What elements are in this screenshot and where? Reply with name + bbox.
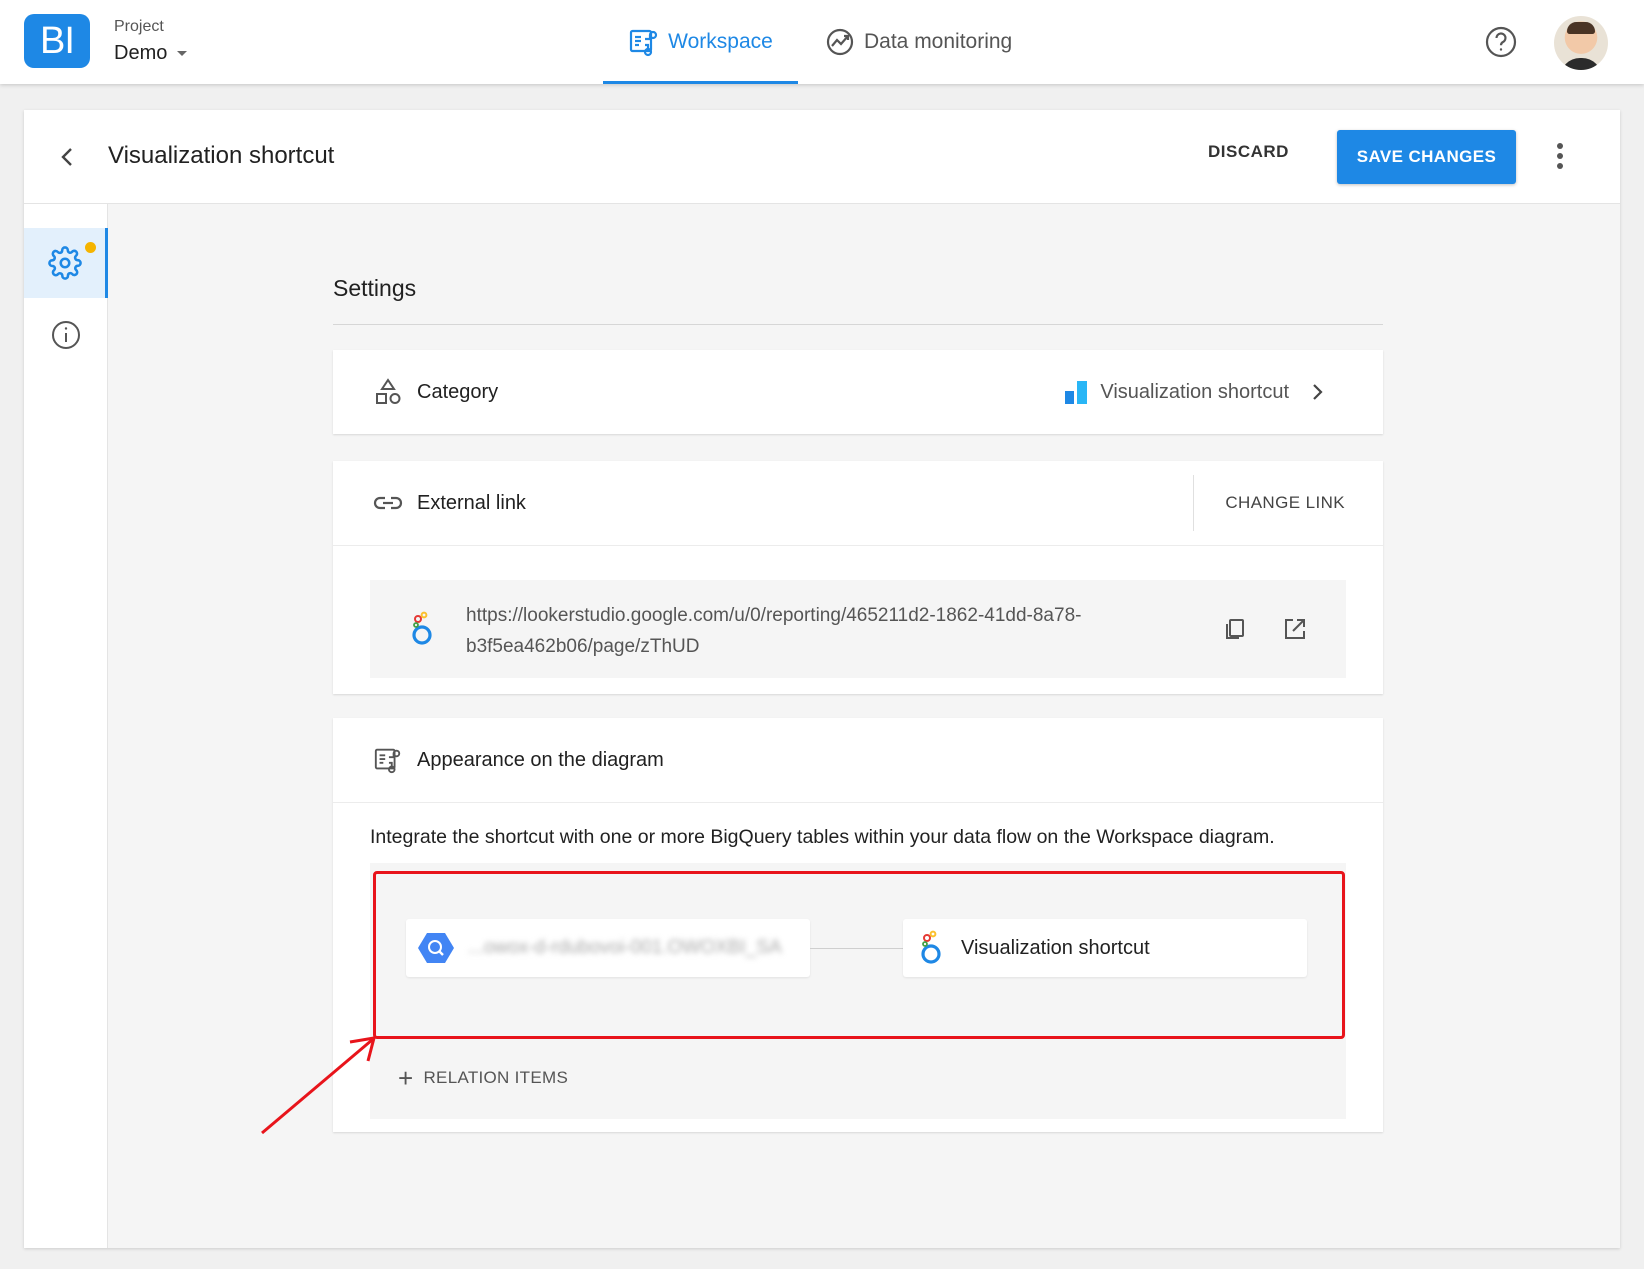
app-logo[interactable]: BI xyxy=(24,14,90,68)
help-icon[interactable] xyxy=(1484,25,1518,59)
open-in-new-icon[interactable] xyxy=(1282,616,1308,642)
copy-icon[interactable] xyxy=(1222,616,1248,642)
project-selector[interactable]: Demo xyxy=(114,42,188,65)
back-arrow-icon[interactable] xyxy=(52,141,84,173)
appearance-panel: Appearance on the diagram Integrate the … xyxy=(333,718,1383,1132)
bigquery-table-name: ...owox-d-rdubovoi-001.OWOXBI_SA xyxy=(468,937,782,958)
external-link-panel: External link CHANGE LINK https://looker… xyxy=(333,461,1383,694)
plus-icon: + xyxy=(398,1063,414,1093)
side-rail xyxy=(24,204,108,1248)
looker-studio-icon xyxy=(412,611,432,645)
rail-item-settings[interactable] xyxy=(24,228,108,298)
unsaved-badge xyxy=(85,242,96,253)
diagram-node-visualization[interactable]: Visualization shortcut xyxy=(903,919,1307,977)
chevron-right-icon[interactable] xyxy=(1305,380,1329,404)
top-app-bar: BI Project Demo Workspace Data monitorin… xyxy=(0,0,1644,84)
appearance-description: Integrate the shortcut with one or more … xyxy=(370,826,1275,848)
category-value-text: Visualization shortcut xyxy=(1100,380,1289,403)
more-vert-icon[interactable] xyxy=(1552,140,1568,174)
diagram-icon xyxy=(374,748,401,774)
appearance-header: Appearance on the diagram xyxy=(333,718,1383,802)
caret-down-icon xyxy=(177,51,188,56)
link-url-line-1: https://lookerstudio.google.com/u/0/repo… xyxy=(466,605,1082,626)
diagram-node-bigquery[interactable]: ...owox-d-rdubovoi-001.OWOXBI_SA xyxy=(406,919,810,977)
category-label: Category xyxy=(417,380,499,403)
save-changes-button[interactable]: SAVE CHANGES xyxy=(1337,130,1516,184)
category-panel: Category Visualization shortcut xyxy=(333,350,1383,434)
divider xyxy=(333,802,1383,803)
avatar-shirt xyxy=(1560,58,1602,70)
vertical-divider xyxy=(1193,475,1194,531)
appearance-label: Appearance on the diagram xyxy=(417,748,664,771)
rail-item-info[interactable] xyxy=(24,300,108,370)
looker-studio-icon xyxy=(921,930,941,964)
relation-items-label: RELATION ITEMS xyxy=(423,1068,569,1087)
link-url-line-2: b3f5ea462b06/page/zThUD xyxy=(466,636,700,657)
add-relation-items-button[interactable]: + RELATION ITEMS xyxy=(370,1043,1346,1113)
shapes-icon xyxy=(376,378,401,404)
tab-data-monitoring[interactable]: Data monitoring xyxy=(824,0,1012,84)
divider xyxy=(333,324,1383,325)
info-icon xyxy=(52,321,80,349)
bar-chart-icon xyxy=(1065,381,1088,404)
link-box: https://lookerstudio.google.com/u/0/repo… xyxy=(370,580,1346,678)
node-connector xyxy=(810,948,903,949)
diagram-canvas: ...owox-d-rdubovoi-001.OWOXBI_SA Visuali… xyxy=(370,863,1346,1031)
settings-heading: Settings xyxy=(333,275,417,301)
tab-workspace[interactable]: Workspace xyxy=(603,0,798,84)
page-title: Visualization shortcut xyxy=(108,142,335,169)
avatar-hair xyxy=(1567,22,1595,34)
visualization-node-name: Visualization shortcut xyxy=(961,936,1150,959)
monitoring-icon xyxy=(826,28,854,56)
divider xyxy=(333,545,1383,546)
card-header: Visualization shortcut DISCARD SAVE CHAN… xyxy=(24,110,1620,204)
discard-button[interactable]: DISCARD xyxy=(1208,142,1289,162)
bigquery-icon xyxy=(418,933,454,963)
user-avatar[interactable] xyxy=(1554,16,1608,70)
link-url[interactable]: https://lookerstudio.google.com/u/0/repo… xyxy=(466,600,1186,662)
workspace-icon xyxy=(630,29,658,57)
project-label: Project xyxy=(114,18,164,35)
tab-data-monitoring-label: Data monitoring xyxy=(864,30,1013,53)
gear-icon xyxy=(47,246,82,280)
diagram-area: ...owox-d-rdubovoi-001.OWOXBI_SA Visuali… xyxy=(370,863,1346,1119)
main-card: Visualization shortcut DISCARD SAVE CHAN… xyxy=(24,110,1620,1248)
project-name: Demo xyxy=(114,42,168,64)
external-link-label: External link xyxy=(417,491,526,514)
link-icon xyxy=(373,496,403,510)
category-value[interactable]: Visualization shortcut xyxy=(1064,350,1289,434)
tab-workspace-label: Workspace xyxy=(668,30,773,53)
change-link-button[interactable]: CHANGE LINK xyxy=(1225,493,1345,513)
